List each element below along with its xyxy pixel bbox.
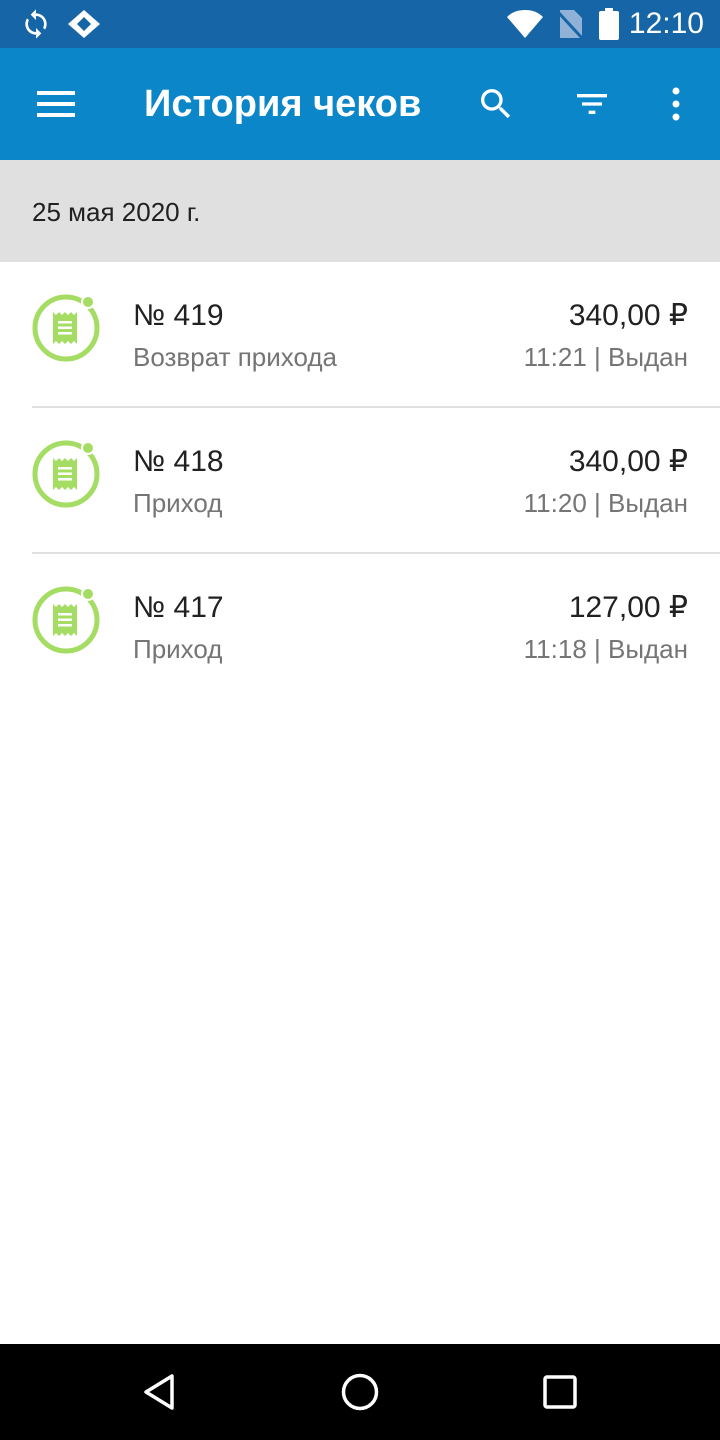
sync-icon [20, 0, 52, 48]
receipt-time-status: 11:18 | Выдан [523, 634, 688, 664]
receipt-amount: 340,00 ₽ [568, 299, 688, 332]
receipt-list-item[interactable]: № 418 Приход 340,00 ₽ 11:20 | Выдан [0, 408, 720, 554]
receipt-type: Приход [133, 634, 223, 664]
system-navigation-bar [0, 1344, 720, 1440]
more-options-button[interactable] [648, 76, 704, 132]
receipt-number: № 418 [133, 445, 224, 478]
recents-icon [543, 1375, 577, 1409]
more-vert-icon [672, 87, 680, 121]
status-time: 12:10 [628, 7, 704, 40]
receipt-number: № 417 [133, 591, 224, 624]
app-bar: История чеков [0, 48, 720, 160]
receipt-type: Приход [133, 488, 223, 518]
receipt-type: Возврат прихода [133, 342, 338, 372]
receipt-icon [32, 294, 100, 362]
filter-icon [577, 94, 607, 114]
search-button[interactable] [468, 76, 524, 132]
date-section-header: 25 мая 2020 г. [0, 160, 720, 262]
no-sim-icon [556, 0, 584, 48]
receipt-time-status: 11:20 | Выдан [523, 488, 688, 518]
home-icon [341, 1373, 379, 1411]
page-title: История чеков [144, 83, 422, 125]
receipt-list: № 419 Возврат прихода 340,00 ₽ 11:21 | В… [0, 262, 720, 700]
app-notification-icon [66, 0, 102, 48]
menu-icon [37, 91, 75, 117]
home-button[interactable] [332, 1364, 388, 1420]
search-icon [481, 89, 511, 119]
wifi-icon [506, 0, 544, 48]
menu-button[interactable] [24, 76, 88, 132]
back-icon [144, 1374, 174, 1410]
battery-icon [598, 0, 620, 48]
date-header-label: 25 мая 2020 г. [32, 197, 201, 227]
recents-button[interactable] [532, 1364, 588, 1420]
receipt-icon [32, 586, 100, 654]
receipt-list-item[interactable]: № 419 Возврат прихода 340,00 ₽ 11:21 | В… [0, 262, 720, 408]
receipt-number: № 419 [133, 299, 224, 332]
receipt-time-status: 11:21 | Выдан [523, 342, 688, 372]
screen: 12:10 История чеков 25 мая 2020 г. № 419… [0, 0, 720, 1440]
receipt-list-item[interactable]: № 417 Приход 127,00 ₽ 11:18 | Выдан [0, 554, 720, 700]
receipt-amount: 340,00 ₽ [568, 445, 688, 478]
back-button[interactable] [132, 1364, 188, 1420]
receipt-icon [32, 440, 100, 508]
filter-button[interactable] [564, 76, 620, 132]
receipt-amount: 127,00 ₽ [568, 591, 688, 624]
status-bar: 12:10 [0, 0, 720, 48]
